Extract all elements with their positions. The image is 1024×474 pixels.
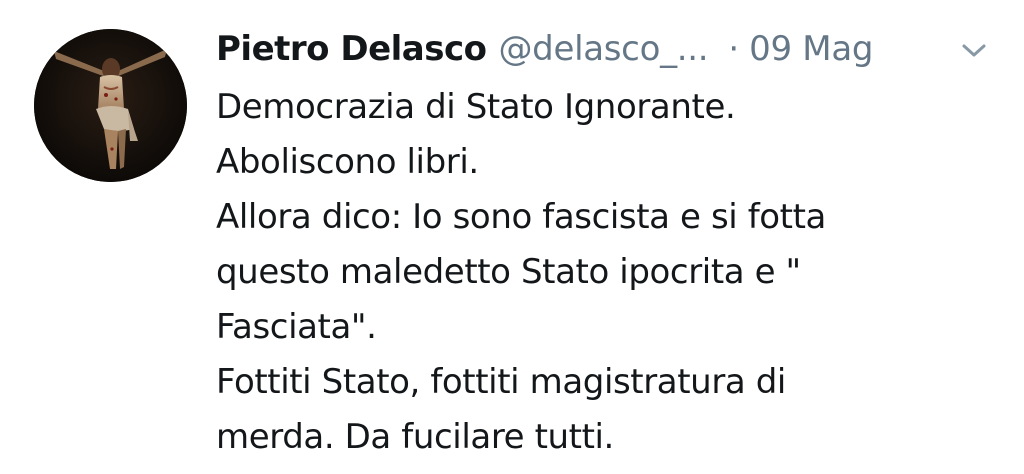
tweet-text-line: Democrazia di Stato Ignorante. <box>216 87 736 127</box>
tweet-text-line: questo maledetto Stato ipocrita e " <box>216 252 801 292</box>
author-name[interactable]: Pietro Delasco <box>216 29 487 69</box>
tweet-timestamp[interactable]: 09 Mag <box>749 29 873 69</box>
tweet-text-line: Allora dico: Io sono fascista e si fotta <box>216 197 826 237</box>
tweet-card[interactable]: Pietro Delasco @delasco_... · 09 Mag Dem… <box>0 0 1024 474</box>
author-handle[interactable]: @delasco_... <box>498 29 708 69</box>
avatar[interactable] <box>34 29 187 182</box>
header-separator: · <box>728 29 740 69</box>
crucifix-avatar-icon <box>34 29 187 182</box>
tweet-text-line: Fottiti Stato, fottiti magistratura di <box>216 362 786 402</box>
chevron-down-icon[interactable] <box>957 38 991 64</box>
tweet-text-line: Aboliscono libri. <box>216 142 479 182</box>
tweet-text-line: merda. Da fucilare tutti. <box>216 417 614 457</box>
tweet-header: Pietro Delasco @delasco_... · 09 Mag <box>216 22 873 76</box>
tweet-text: Democrazia di Stato Ignorante. Aboliscon… <box>216 80 1006 465</box>
tweet-text-line: Fasciata". <box>216 307 377 347</box>
